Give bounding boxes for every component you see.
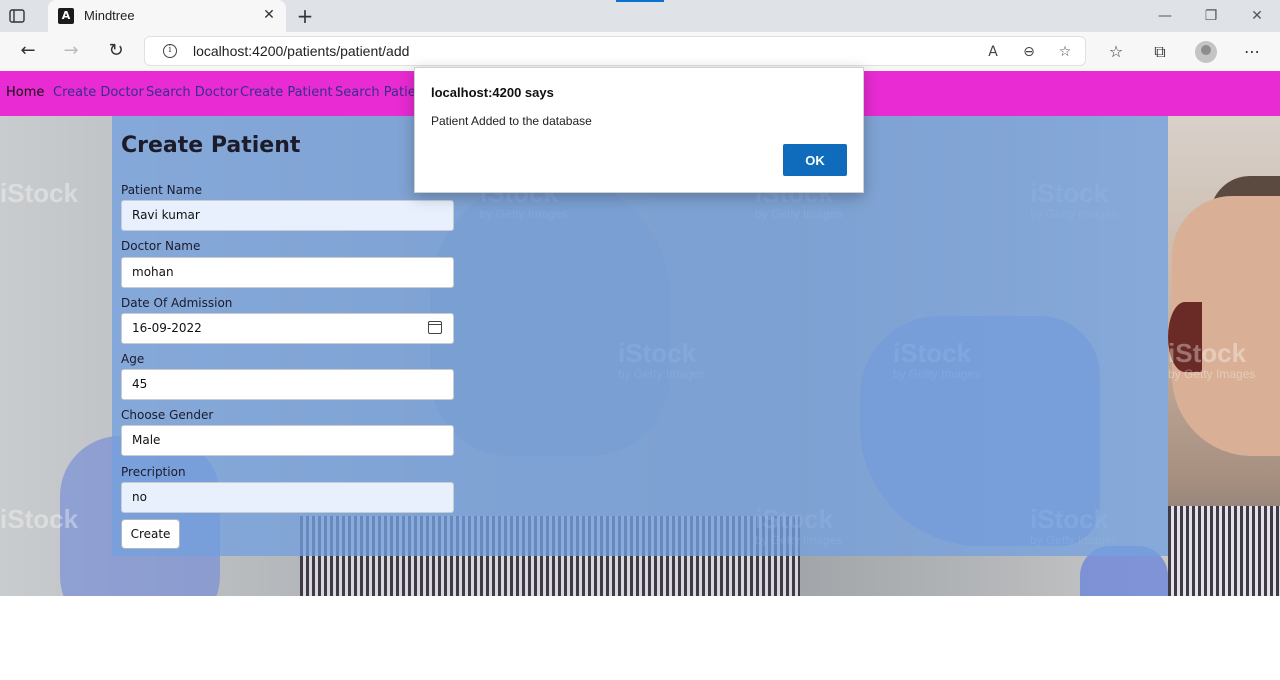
age-input[interactable]: 45 (121, 369, 454, 400)
dialog-message: Patient Added to the database (431, 114, 592, 128)
browser-tab-bar: A Mindtree ✕ + — ❐ ✕ (0, 0, 1280, 32)
address-bar[interactable]: i localhost:4200/patients/patient/add A … (144, 36, 1086, 66)
doctor-name-input[interactable]: mohan (121, 257, 454, 288)
restore-icon[interactable]: ❐ (1196, 6, 1226, 26)
new-tab-button[interactable]: + (294, 5, 316, 27)
drag-indicator (616, 0, 664, 2)
page-title: Create Patient (121, 133, 301, 158)
tab-title: Mindtree (84, 8, 135, 23)
gender-select[interactable]: Male (121, 425, 454, 456)
nav-search-doctor-link[interactable]: Search Doctor (146, 85, 238, 100)
profile-avatar[interactable] (1195, 41, 1217, 63)
add-favorite-icon[interactable]: ☆ (1055, 42, 1075, 62)
zoom-out-icon[interactable]: ⊖ (1019, 42, 1039, 62)
ok-button[interactable]: OK (783, 144, 847, 176)
photo-shirt-right (1168, 506, 1280, 596)
calendar-icon[interactable] (428, 321, 442, 334)
prescription-input[interactable]: no (121, 482, 454, 513)
back-arrow-icon[interactable]: ← (16, 39, 40, 63)
browser-toolbar: ← → ↻ i localhost:4200/patients/patient/… (0, 32, 1280, 70)
prescription-label: Precription (121, 465, 186, 479)
date-of-admission-input[interactable]: 16-09-2022 (121, 313, 454, 344)
watermark: iStockby Getty Images (1168, 338, 1256, 381)
collections-icon[interactable]: ⧉ (1149, 41, 1171, 63)
doctor-name-label: Doctor Name (121, 239, 201, 253)
create-button[interactable]: Create (121, 519, 180, 549)
date-of-admission-label: Date Of Admission (121, 296, 233, 310)
forward-arrow-icon[interactable]: → (59, 39, 83, 63)
browser-tab[interactable]: A Mindtree ✕ (48, 0, 286, 32)
patient-name-input[interactable]: Ravi kumar (121, 200, 454, 231)
dialog-title: localhost:4200 says (431, 85, 554, 100)
read-aloud-icon[interactable]: A (983, 42, 1003, 62)
more-menu-icon[interactable]: ⋯ (1241, 41, 1263, 63)
site-info-icon[interactable]: i (163, 44, 177, 58)
gender-label: Choose Gender (121, 408, 214, 422)
alert-dialog: localhost:4200 says Patient Added to the… (414, 67, 864, 193)
close-window-icon[interactable]: ✕ (1242, 6, 1272, 26)
watermark: iStock (0, 504, 79, 534)
age-label: Age (121, 352, 145, 366)
patient-name-label: Patient Name (121, 183, 202, 197)
nav-create-patient-link[interactable]: Create Patient (240, 85, 333, 100)
angular-logo-icon: A (58, 8, 74, 24)
nav-create-doctor-link[interactable]: Create Doctor (53, 85, 144, 100)
tab-actions-icon[interactable] (8, 7, 28, 25)
refresh-icon[interactable]: ↻ (104, 39, 128, 63)
url-text[interactable]: localhost:4200/patients/patient/add (193, 43, 409, 59)
nav-home-link[interactable]: Home (6, 85, 44, 100)
close-tab-icon[interactable]: ✕ (260, 6, 278, 24)
favorites-icon[interactable]: ☆ (1105, 41, 1127, 63)
watermark: iStock (0, 178, 79, 208)
minimize-icon[interactable]: — (1150, 6, 1180, 26)
